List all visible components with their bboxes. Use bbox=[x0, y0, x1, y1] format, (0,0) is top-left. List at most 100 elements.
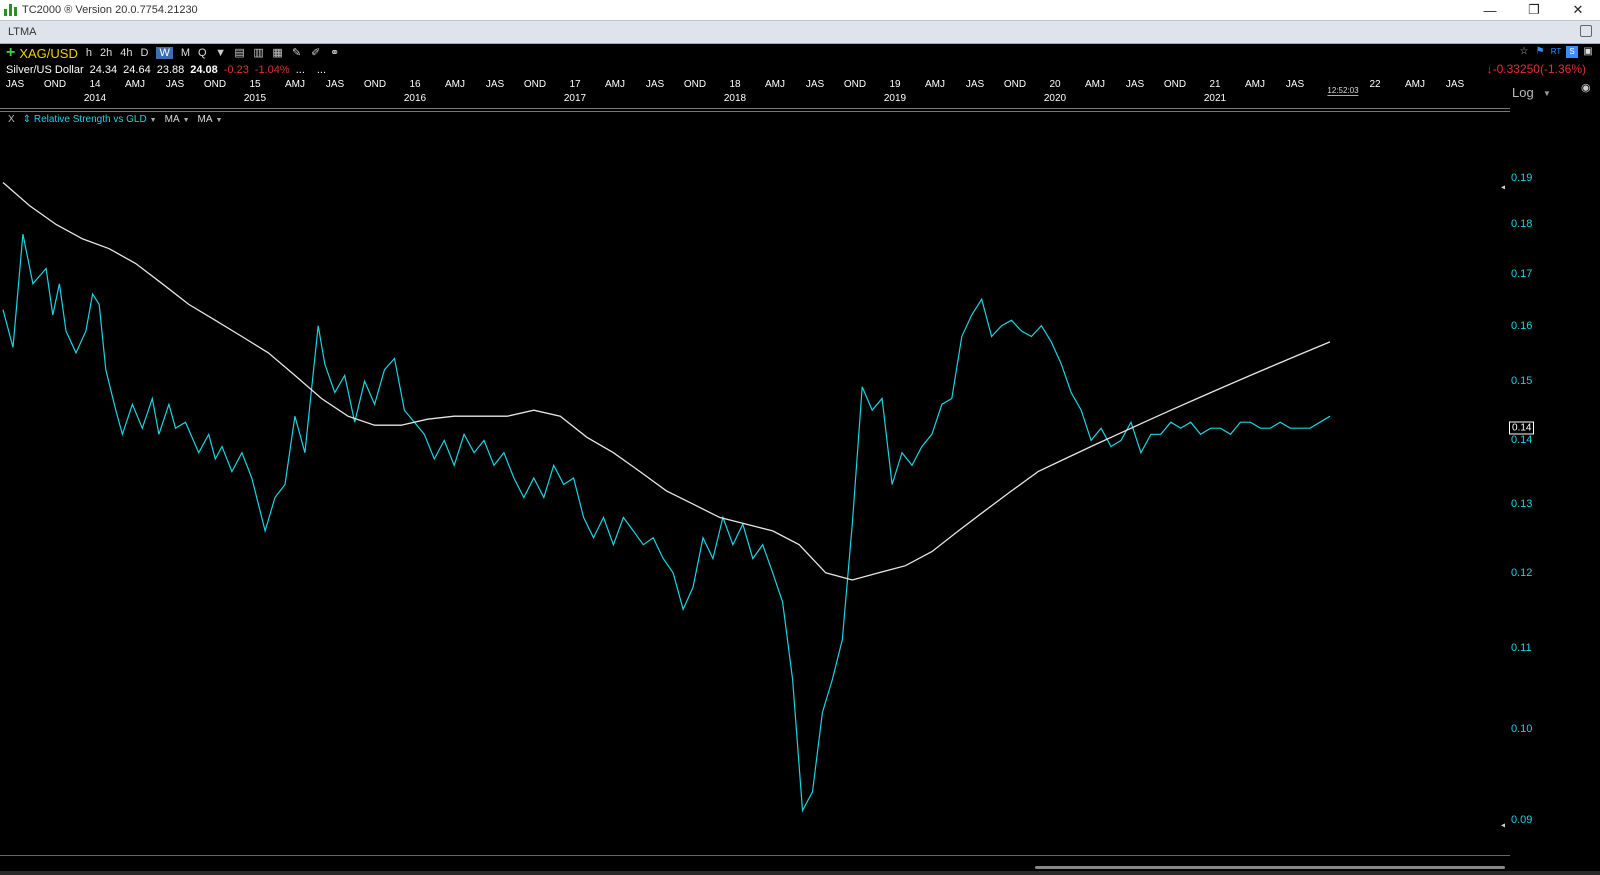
year-short-label: 19 bbox=[889, 79, 901, 90]
bottom-divider bbox=[0, 855, 1510, 856]
share-icon[interactable]: ⚭ bbox=[329, 47, 341, 59]
timeframe-q[interactable]: Q bbox=[198, 47, 207, 59]
symbol-label[interactable]: XAG/USD bbox=[19, 46, 78, 61]
change-pct-value: -1.04% bbox=[254, 63, 290, 76]
low-value: 23.88 bbox=[156, 63, 185, 76]
favorite-star-icon[interactable]: ☆ bbox=[1518, 46, 1530, 58]
year-short-label: 20 bbox=[1049, 79, 1061, 90]
realtime-icon[interactable]: RT bbox=[1550, 46, 1562, 58]
y-tick-label: 0.12 bbox=[1511, 566, 1533, 579]
sync-icon[interactable]: S bbox=[1566, 46, 1578, 58]
chart-style-icon[interactable]: ▤ bbox=[234, 47, 246, 59]
relative-strength-chart[interactable] bbox=[0, 130, 1505, 850]
flag-icon[interactable]: ⚑ bbox=[1534, 46, 1546, 58]
layout-name[interactable]: LTMA bbox=[8, 26, 37, 38]
indicator-rs-name: Relative Strength vs GLD bbox=[33, 114, 147, 125]
more-button[interactable]: ... bbox=[296, 64, 305, 76]
year-short-label: 22 bbox=[1369, 79, 1381, 90]
year-label: 2016 bbox=[403, 93, 427, 104]
quarter-label: OND bbox=[363, 79, 387, 90]
notes-icon[interactable]: ▦ bbox=[272, 47, 284, 59]
quarter-label: OND bbox=[1163, 79, 1187, 90]
timeframe-dropdown-icon[interactable]: ▼ bbox=[215, 47, 227, 59]
window-restore-icon[interactable] bbox=[1580, 25, 1592, 37]
quarter-label: AMJ bbox=[1405, 79, 1425, 90]
add-symbol-plus-icon[interactable]: + bbox=[6, 45, 15, 61]
timeframe-2h[interactable]: 2h bbox=[100, 47, 112, 59]
axis-divider bbox=[0, 108, 1510, 109]
year-label: 2018 bbox=[723, 93, 747, 104]
last-value: 24.08 bbox=[190, 63, 218, 76]
scale-limit-arrow-icon[interactable]: ◂ bbox=[1501, 183, 1505, 192]
quarter-label: JAS bbox=[165, 79, 185, 90]
scale-limit-arrow-icon[interactable]: ◂ bbox=[1501, 820, 1505, 829]
more-button-2[interactable]: ... bbox=[317, 64, 326, 76]
y-tick-label: 0.13 bbox=[1511, 498, 1533, 511]
timeframe-4h[interactable]: 4h bbox=[120, 47, 132, 59]
save-icon[interactable]: ▣ bbox=[1582, 46, 1594, 58]
rs-series-line[interactable] bbox=[2, 233, 1331, 813]
price-scale[interactable]: 0.19 0.18 0.17 0.16 0.15 0.14 0.13 0.12 0.11 0.10… bbox=[1501, 160, 1600, 850]
y-tick-label: 0.15 bbox=[1511, 375, 1533, 388]
y-tick-label: 0.18 bbox=[1511, 218, 1533, 231]
quarter-label: JAS bbox=[485, 79, 505, 90]
minimize-button[interactable]: — bbox=[1468, 0, 1512, 20]
quarter-label: AMJ bbox=[1085, 79, 1105, 90]
year-label: 2017 bbox=[563, 93, 587, 104]
current-value-marker: 0.14 bbox=[1509, 421, 1535, 435]
close-indicator-icon[interactable]: X bbox=[8, 114, 15, 125]
quarter-label: JAS bbox=[325, 79, 345, 90]
y-tick-label: 0.16 bbox=[1511, 319, 1533, 332]
open-value: 24.34 bbox=[89, 63, 118, 76]
indicator-rs-label[interactable]: ⇕ Relative Strength vs GLD ▼ bbox=[23, 114, 157, 125]
y-tick-label: 0.14 bbox=[1511, 434, 1533, 447]
quarter-label: AMJ bbox=[925, 79, 945, 90]
chevron-down-icon[interactable]: ▼ bbox=[216, 117, 223, 124]
chevron-down-icon[interactable]: ▼ bbox=[183, 117, 190, 124]
quarter-label: JAS bbox=[965, 79, 985, 90]
timeframe-d[interactable]: D bbox=[140, 47, 148, 59]
indicator-ma2-label[interactable]: MA ▼ bbox=[198, 114, 223, 125]
quote-line: Silver/US Dollar 24.34 24.64 23.88 24.08… bbox=[0, 62, 1600, 77]
tc2000-app-icon bbox=[4, 4, 18, 16]
quarter-label: JAS bbox=[805, 79, 825, 90]
indicator-ma1-label[interactable]: MA ▼ bbox=[165, 114, 190, 125]
quarter-label: AMJ bbox=[445, 79, 465, 90]
camera-icon[interactable]: ◉ bbox=[1581, 81, 1591, 94]
chevron-down-icon[interactable]: ▼ bbox=[150, 117, 157, 124]
time-axis[interactable]: JAS OND 14 AMJ JAS OND 15 AMJ JAS OND 16… bbox=[0, 78, 1510, 110]
quarter-label: AMJ bbox=[605, 79, 625, 90]
window-title: TC2000 ® Version 20.0.7754.21230 bbox=[22, 4, 198, 16]
quarter-label: JAS bbox=[1125, 79, 1145, 90]
y-tick-label: 0.10 bbox=[1511, 723, 1533, 736]
draw-pencil-icon[interactable]: ✎ bbox=[291, 47, 303, 59]
brush-icon[interactable]: ✐ bbox=[310, 47, 322, 59]
timeframe-m[interactable]: M bbox=[181, 47, 190, 59]
log-scale-toggle[interactable]: Log bbox=[1512, 85, 1534, 100]
ma-series-line[interactable] bbox=[2, 182, 1331, 581]
y-tick-label: 0.17 bbox=[1511, 267, 1533, 280]
quarter-label: AMJ bbox=[1245, 79, 1265, 90]
ma1-name: MA bbox=[164, 114, 180, 125]
security-name: Silver/US Dollar bbox=[6, 63, 84, 76]
bars-icon[interactable]: ▥ bbox=[253, 47, 265, 59]
timeframe-w[interactable]: W bbox=[156, 47, 173, 59]
chevron-down-icon[interactable]: ▼ bbox=[1543, 89, 1551, 98]
change-value: -0.23 bbox=[223, 63, 249, 76]
year-short-label: 15 bbox=[249, 79, 261, 90]
restore-button[interactable]: ❐ bbox=[1512, 0, 1556, 20]
quarter-label: OND bbox=[523, 79, 547, 90]
chart-toolbar: + XAG/USD h 2h 4h D W M Q ▼ ▤ ▥ ▦ ✎ ✐ ⚭ … bbox=[0, 44, 1600, 62]
quarter-label: JAS bbox=[5, 79, 25, 90]
year-short-label: 18 bbox=[729, 79, 741, 90]
window-bottom-frame bbox=[0, 871, 1600, 875]
horizontal-scrollbar[interactable] bbox=[1035, 866, 1505, 869]
year-label: 2019 bbox=[883, 93, 907, 104]
indicator-header: X ⇕ Relative Strength vs GLD ▼ MA ▼ MA ▼ bbox=[8, 114, 222, 125]
y-tick-label: 0.11 bbox=[1511, 641, 1532, 654]
timeframe-h[interactable]: h bbox=[86, 47, 92, 59]
close-button[interactable]: ✕ bbox=[1556, 0, 1600, 20]
quarter-label: OND bbox=[203, 79, 227, 90]
quarter-label: AMJ bbox=[765, 79, 785, 90]
quarter-label: OND bbox=[683, 79, 707, 90]
